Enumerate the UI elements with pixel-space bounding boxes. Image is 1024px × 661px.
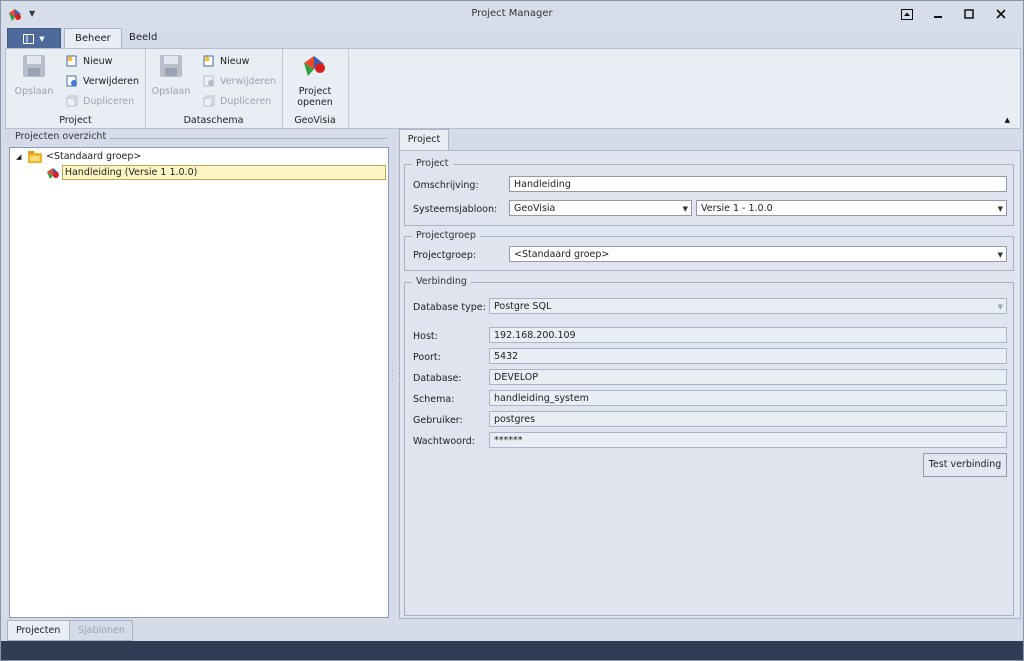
ribbon-group-label: Project <box>59 115 92 126</box>
open-project-button[interactable]: Project openen <box>294 53 336 108</box>
dataschema-save-button[interactable]: Opslaan <box>151 53 191 97</box>
tree-project-label: Handleiding (Versie 1 1.0.0) <box>61 165 386 180</box>
close-button[interactable] <box>989 5 1013 23</box>
user-label: Gebruiker: <box>413 415 463 426</box>
version-select[interactable]: Versie 1 - 1.0.0 ▼ <box>696 200 1007 216</box>
password-label: Wachtwoord: <box>413 436 475 447</box>
save-icon <box>160 55 182 77</box>
delete-document-icon <box>66 75 77 87</box>
dataschema-new-button[interactable]: Nieuw <box>203 52 249 70</box>
application-menu-icon <box>23 33 35 44</box>
database-field[interactable]: DEVELOP <box>489 369 1007 385</box>
ribbon-group-geovisia: Project openen GeoVisia <box>282 49 349 128</box>
schema-label: Schema: <box>413 394 455 405</box>
project-details-panel: Project Omschrijving: Handleiding Systee… <box>399 150 1021 619</box>
connection-fieldset: Verbinding Database type: Postgre SQL ▼ … <box>404 276 1014 616</box>
folder-icon <box>28 150 42 163</box>
host-field[interactable]: 192.168.200.109 <box>489 327 1007 343</box>
tree-group-node[interactable]: ◢ <Standaard groep> <box>16 149 141 164</box>
duplicate-icon <box>203 95 215 107</box>
port-field[interactable]: 5432 <box>489 348 1007 364</box>
status-bar <box>1 641 1023 660</box>
projectgroup-select[interactable]: <Standaard groep> ▼ <box>509 246 1007 262</box>
db-type-select[interactable]: Postgre SQL ▼ <box>489 298 1007 314</box>
application-window: ▼ Project Manager ▼ Beheer Beeld Opslaan <box>0 0 1024 661</box>
ribbon-group-project: Opslaan Nieuw Verwijderen Dupliceren Pro… <box>6 49 146 128</box>
chevron-down-icon: ▼ <box>997 303 1003 311</box>
dataschema-delete-button[interactable]: Verwijderen <box>203 72 276 90</box>
project-tree[interactable]: ◢ <Standaard groep> Handleiding (Versie … <box>9 147 389 618</box>
ribbon-tab-beheer[interactable]: Beheer <box>64 28 122 49</box>
minimize-icon <box>934 16 942 18</box>
ribbon-group-dataschema: Opslaan Nieuw Verwijderen Dupliceren Dat… <box>145 49 283 128</box>
tree-project-node[interactable]: Handleiding (Versie 1 1.0.0) <box>46 165 386 180</box>
ribbon: Opslaan Nieuw Verwijderen Dupliceren Pro… <box>5 48 1021 129</box>
application-menu-button[interactable]: ▼ <box>7 28 61 49</box>
dataschema-duplicate-button[interactable]: Dupliceren <box>203 92 271 110</box>
ribbon-tab-bar: ▼ Beheer Beeld <box>1 28 1023 49</box>
panel-caption: Projecten overzicht <box>9 131 111 142</box>
chevron-down-icon: ▼ <box>997 205 1003 213</box>
save-icon <box>23 55 45 77</box>
db-type-label: Database type: <box>413 302 486 313</box>
fieldset-legend: Project <box>412 158 453 169</box>
chevron-down-icon: ▼ <box>682 205 688 213</box>
project-delete-button[interactable]: Verwijderen <box>66 72 139 90</box>
template-label: Systeemsjabloon: <box>413 204 498 215</box>
geovisia-project-icon <box>46 167 59 179</box>
port-label: Poort: <box>413 352 441 363</box>
ribbon-group-label: Dataschema <box>183 115 244 126</box>
password-field[interactable]: ****** <box>489 432 1007 448</box>
fieldset-legend: Verbinding <box>412 276 471 287</box>
projectgroup-fieldset: Projectgroep Projectgroep: <Standaard gr… <box>404 230 1014 271</box>
project-fieldset: Project Omschrijving: Handleiding Systee… <box>404 158 1014 226</box>
ribbon-display-icon <box>901 8 913 20</box>
project-duplicate-button[interactable]: Dupliceren <box>66 92 134 110</box>
tab-sjablonen[interactable]: Sjablonen <box>69 620 133 641</box>
description-input[interactable]: Handleiding <box>509 176 1007 192</box>
collapse-ribbon-icon[interactable]: ▲ <box>1005 116 1010 124</box>
test-connection-button[interactable]: Test verbinding <box>923 453 1007 477</box>
tree-group-label: <Standaard groep> <box>46 151 142 162</box>
user-field[interactable]: postgres <box>489 411 1007 427</box>
new-document-icon <box>66 55 77 67</box>
close-icon <box>996 9 1006 19</box>
fieldset-legend: Projectgroep <box>412 230 480 241</box>
template-select[interactable]: GeoVisia ▼ <box>509 200 692 216</box>
minimize-button[interactable] <box>926 5 950 23</box>
chevron-down-icon: ▼ <box>997 251 1003 259</box>
projects-overview-panel: Projecten overzicht ◢ <Standaard groep> … <box>7 131 389 618</box>
project-new-button[interactable]: Nieuw <box>66 52 112 70</box>
host-label: Host: <box>413 331 438 342</box>
tab-projecten[interactable]: Projecten <box>7 620 70 641</box>
chevron-down-icon: ▼ <box>39 34 45 43</box>
expand-toggle-icon[interactable]: ◢ <box>16 153 26 161</box>
ribbon-tab-beeld[interactable]: Beeld <box>119 28 167 48</box>
tab-project[interactable]: Project <box>399 129 449 150</box>
projectgroup-label: Projectgroep: <box>413 250 477 261</box>
maximize-icon <box>964 9 974 19</box>
panel-splitter[interactable]: · · · · <box>391 362 395 385</box>
geovisia-logo-icon <box>304 56 325 76</box>
window-title: Project Manager <box>471 8 553 19</box>
database-label: Database: <box>413 373 462 384</box>
delete-document-icon <box>203 75 214 87</box>
ribbon-group-label: GeoVisia <box>294 115 336 126</box>
title-bar: ▼ Project Manager <box>1 1 1023 28</box>
schema-field[interactable]: handleiding_system <box>489 390 1007 406</box>
project-save-button[interactable]: Opslaan <box>14 53 54 97</box>
description-label: Omschrijving: <box>413 180 479 191</box>
ribbon-display-options-button[interactable] <box>895 5 919 23</box>
new-document-icon <box>203 55 214 67</box>
maximize-button[interactable] <box>957 5 981 23</box>
duplicate-icon <box>66 95 78 107</box>
